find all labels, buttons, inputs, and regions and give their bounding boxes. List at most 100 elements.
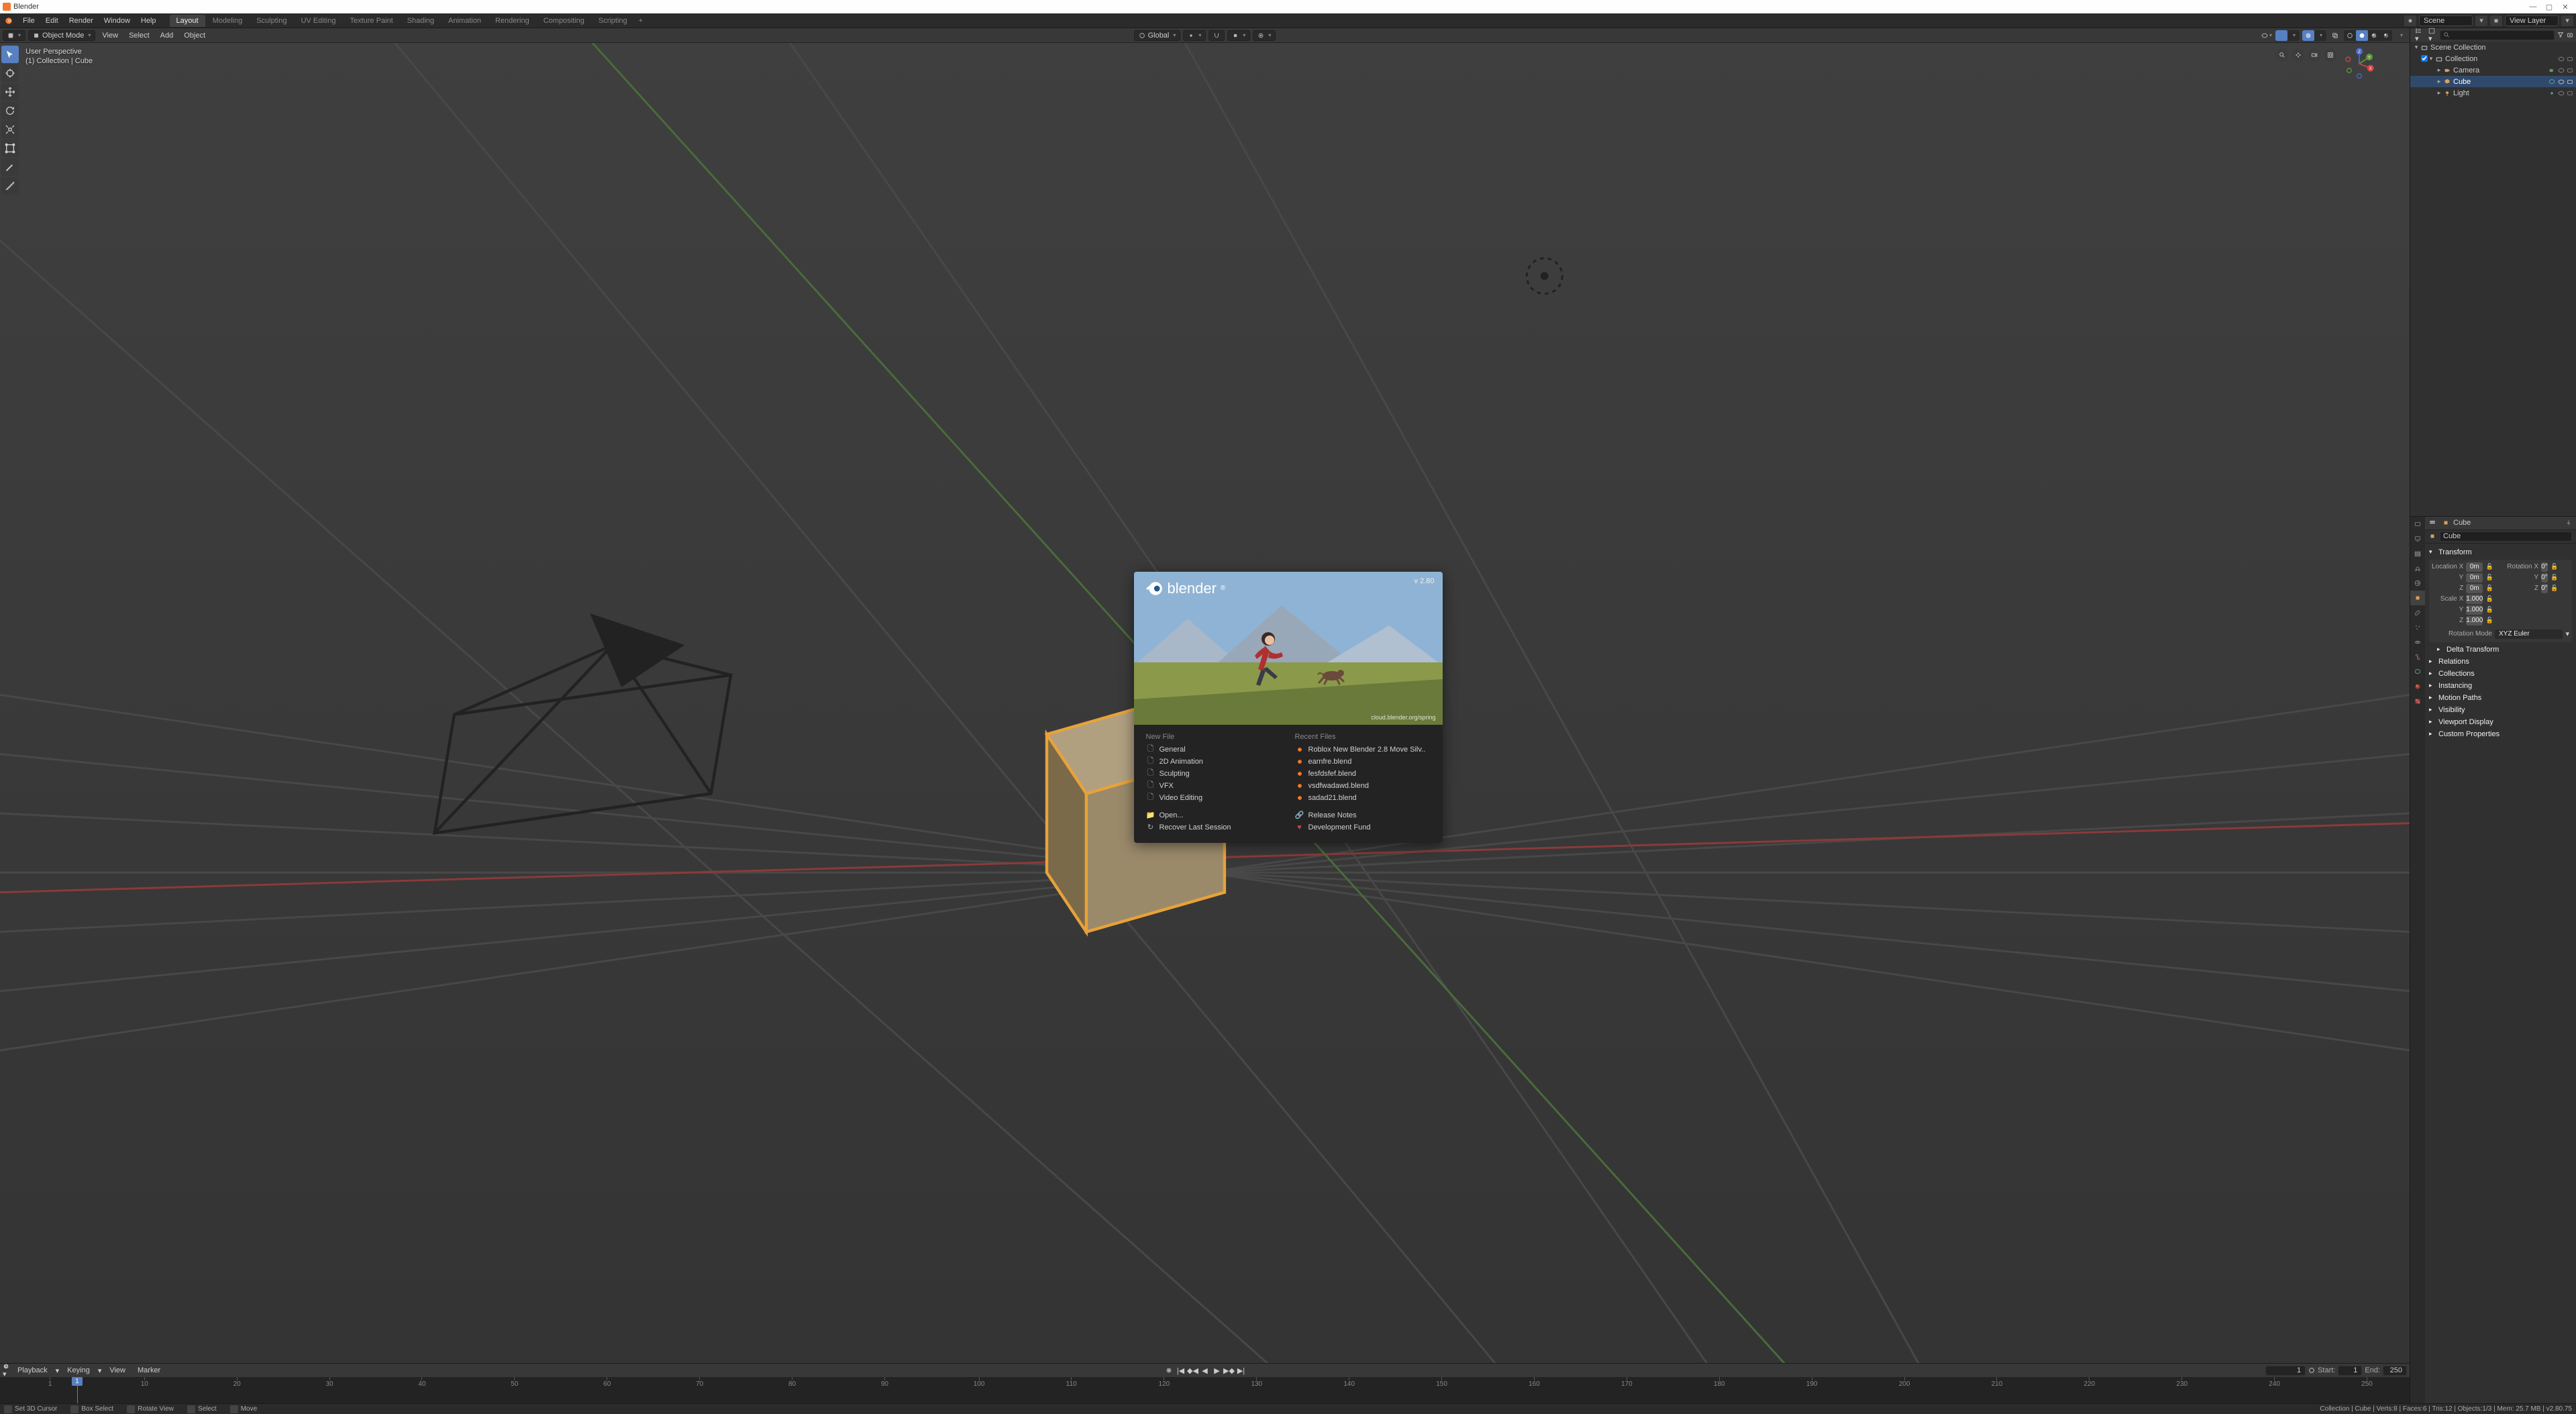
shading-rendered[interactable] [2380, 30, 2392, 41]
ptab-render[interactable] [2410, 517, 2425, 532]
tool-transform[interactable] [1, 140, 19, 157]
jump-end-button[interactable]: ▶| [1236, 1366, 1247, 1375]
workspace-tab-texturepaint[interactable]: Texture Paint [343, 15, 399, 27]
splash-recent-0[interactable]: Roblox New Blender 2.8 Move Silv.. [1295, 744, 1431, 756]
custom-properties-header[interactable]: ▸Custom Properties [2429, 728, 2572, 740]
end-frame-field[interactable]: 250 [2383, 1366, 2407, 1376]
nav-zoom-icon[interactable] [2275, 48, 2289, 62]
lock-scale-x[interactable]: 🔓 [2485, 595, 2493, 603]
relations-header[interactable]: ▸Relations [2429, 656, 2572, 668]
overlay-dropdown[interactable]: ▾ [2314, 30, 2326, 41]
menu-window[interactable]: Window [99, 17, 136, 25]
viewport-menu-view[interactable]: View [98, 32, 122, 40]
rotation-z-field[interactable]: 0° [2541, 584, 2548, 593]
splash-newfile-video[interactable]: 🗋Video Editing [1146, 792, 1282, 804]
current-frame-field[interactable]: 1 [2265, 1366, 2306, 1376]
snap-toggle[interactable] [1208, 30, 1225, 41]
location-x-field[interactable]: 0m [2466, 562, 2483, 572]
splash-newfile-vfx[interactable]: 🗋VFX [1146, 780, 1282, 792]
lock-rotation-y[interactable]: 🔓 [2551, 574, 2559, 581]
workspace-tab-scripting[interactable]: Scripting [592, 15, 634, 27]
timeline-playhead[interactable]: 1 [77, 1377, 78, 1403]
splash-newfile-2d[interactable]: 🗋2D Animation [1146, 756, 1282, 768]
rotation-x-field[interactable]: 0° [2541, 562, 2548, 572]
instancing-header[interactable]: ▸Instancing [2429, 680, 2572, 692]
show-gizmo-toggle[interactable] [2275, 30, 2287, 41]
restrict-viewport-icon[interactable] [2558, 56, 2565, 62]
gizmo-dropdown[interactable]: ▾ [2287, 30, 2300, 41]
outliner-item-cube[interactable]: ▸ Cube [2410, 76, 2576, 87]
rotation-mode-dropdown[interactable]: XYZ Euler [2495, 629, 2563, 639]
outliner-scene-collection[interactable]: ▾ Scene Collection [2410, 42, 2576, 53]
outliner-item-light[interactable]: ▸ Light [2410, 87, 2576, 99]
splash-screen[interactable]: blender® v 2.80 cloud.blender.org/spring… [1134, 572, 1443, 843]
splash-dev-fund[interactable]: ♥Development Fund [1295, 821, 1431, 834]
navigation-gizmo[interactable]: X Y Z [2342, 47, 2376, 81]
workspace-tab-compositing[interactable]: Compositing [537, 15, 591, 27]
ptab-data[interactable] [2410, 664, 2425, 679]
lock-location-y[interactable]: 🔓 [2485, 574, 2493, 581]
breadcrumb-object-name[interactable]: Cube [2453, 519, 2471, 527]
visibility-header[interactable]: ▸Visibility [2429, 704, 2572, 716]
ptab-viewlayer[interactable] [2410, 546, 2425, 561]
scene-new-button[interactable]: ▾ [2475, 15, 2487, 26]
splash-recover-button[interactable]: ↻Recover Last Session [1146, 821, 1282, 834]
splash-recent-2[interactable]: fesfdsfef.blend [1295, 768, 1431, 780]
restrict-viewport-icon[interactable] [2558, 67, 2565, 74]
splash-newfile-sculpting[interactable]: 🗋Sculpting [1146, 768, 1282, 780]
tool-annotate[interactable] [1, 158, 19, 176]
timeline-editor-type[interactable]: ▾ [3, 1363, 9, 1378]
restrict-viewport-icon[interactable] [2558, 79, 2565, 85]
play-reverse-button[interactable]: ◀ [1200, 1366, 1210, 1375]
scale-x-field[interactable]: 1.000 [2466, 595, 2483, 604]
play-button[interactable]: ▶ [1212, 1366, 1223, 1375]
start-frame-field[interactable]: 1 [2338, 1366, 2362, 1376]
ptab-world[interactable] [2410, 576, 2425, 591]
workspace-tab-rendering[interactable]: Rendering [488, 15, 536, 27]
tool-select-box[interactable] [1, 46, 19, 63]
timeline-menu-playback[interactable]: Playback [13, 1366, 52, 1374]
editor-type-dropdown[interactable]: ▾ [3, 30, 25, 41]
delta-transform-header[interactable]: ▸Delta Transform [2429, 644, 2572, 656]
workspace-tab-shading[interactable]: Shading [401, 15, 441, 27]
viewport-display-header[interactable]: ▸Viewport Display [2429, 716, 2572, 728]
ptab-particles[interactable] [2410, 620, 2425, 635]
keyframe-prev-button[interactable]: ◆◀ [1188, 1366, 1198, 1375]
preview-range-toggle[interactable] [2308, 1367, 2315, 1374]
ptab-physics[interactable] [2410, 635, 2425, 650]
viewport-menu-add[interactable]: Add [156, 32, 178, 40]
jump-start-button[interactable]: |◀ [1176, 1366, 1186, 1375]
workspace-add-button[interactable]: + [635, 15, 647, 27]
interaction-mode-dropdown[interactable]: Object Mode ▾ [28, 30, 95, 41]
splash-recent-3[interactable]: vsdfwadawd.blend [1295, 780, 1431, 792]
outliner-new-collection-button[interactable] [2567, 32, 2573, 38]
restrict-render-icon[interactable] [2567, 56, 2573, 62]
nav-perspective-icon[interactable] [2324, 48, 2337, 62]
proportional-toggle[interactable]: ▾ [1253, 30, 1276, 41]
lock-location-z[interactable]: 🔓 [2485, 585, 2493, 592]
workspace-tab-sculpting[interactable]: Sculpting [250, 15, 293, 27]
shading-wireframe[interactable] [2344, 30, 2356, 41]
window-close-button[interactable]: ✕ [2557, 3, 2573, 11]
nav-move-icon[interactable] [2291, 48, 2305, 62]
lock-rotation-x[interactable]: 🔓 [2551, 563, 2559, 570]
workspace-tab-uvediting[interactable]: UV Editing [294, 15, 342, 27]
outliner-item-camera[interactable]: ▸ Camera [2410, 64, 2576, 76]
timeline-menu-keying[interactable]: Keying [63, 1366, 94, 1374]
ptab-material[interactable] [2410, 679, 2425, 694]
collection-enable-checkbox[interactable] [2421, 55, 2428, 62]
outliner-search-field[interactable] [2440, 30, 2555, 40]
restrict-viewport-icon[interactable] [2558, 90, 2565, 97]
show-overlays-toggle[interactable] [2302, 30, 2314, 41]
lock-rotation-z[interactable]: 🔓 [2551, 585, 2559, 592]
viewport-menu-object[interactable]: Object [180, 32, 209, 40]
outliner-editor-type[interactable]: ▾ [2413, 28, 2424, 43]
restrict-render-icon[interactable] [2567, 67, 2573, 74]
editor-type-icon[interactable] [2429, 519, 2436, 526]
ptab-object[interactable] [2410, 591, 2425, 605]
timeline-ruler[interactable]: 1 11020304050607080901001101201301401501… [0, 1377, 2410, 1403]
scale-y-field[interactable]: 1.000 [2466, 605, 2483, 615]
shading-dropdown[interactable]: ▾ [2395, 30, 2407, 41]
shading-lookdev[interactable] [2368, 30, 2380, 41]
ptab-constraints[interactable] [2410, 650, 2425, 664]
